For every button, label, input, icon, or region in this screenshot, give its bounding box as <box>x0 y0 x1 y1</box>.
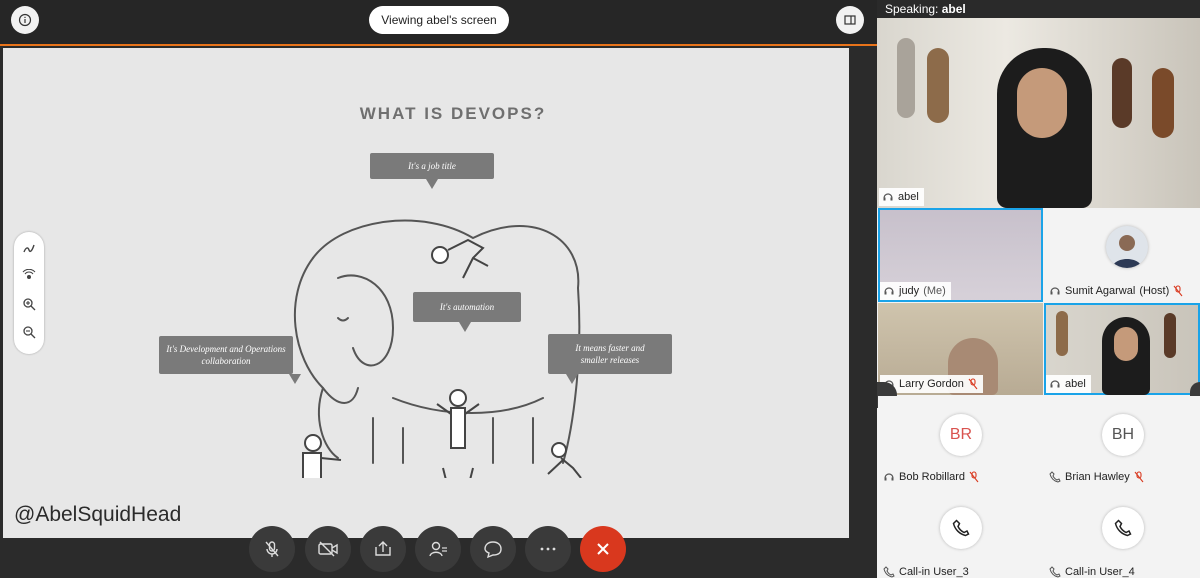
more-button[interactable] <box>525 526 571 572</box>
headset-icon <box>883 193 893 201</box>
guitar-shape <box>927 48 949 123</box>
participant-tile-bob[interactable]: BR Bob Robillard <box>878 396 1043 488</box>
person-face <box>1114 327 1138 361</box>
namebar: abel <box>1046 375 1091 393</box>
call-controls <box>0 522 877 578</box>
speaking-indicator: Speaking: abel <box>877 0 1200 18</box>
person-face <box>1017 68 1067 138</box>
participant-name: Call-in User_3 <box>899 566 969 578</box>
share-icon <box>375 541 391 556</box>
share-frame: WHAT IS DEVOPS? It's a job title It's au… <box>0 44 877 578</box>
zoom-out-icon[interactable] <box>21 324 37 340</box>
annotation-toolbar <box>14 232 44 354</box>
elephant-illustration <box>293 219 582 478</box>
participants-panel: Speaking: abel abel judy (Me) Sumit Agar… <box>877 0 1200 578</box>
participant-name: Larry Gordon <box>899 378 964 390</box>
phone-icon <box>940 507 982 549</box>
participant-tile-sumit[interactable]: Sumit Agarwal (Host) <box>1044 208 1200 302</box>
hang-up-button[interactable] <box>580 526 626 572</box>
participant-name: abel <box>898 191 919 203</box>
namebar: Call-in User_3 <box>880 563 974 578</box>
mic-muted-icon <box>969 471 979 483</box>
namebar: Call-in User_4 <box>1046 563 1140 578</box>
guitar-shape <box>897 38 915 118</box>
namebar: Bob Robillard <box>880 468 984 486</box>
share-button[interactable] <box>360 526 406 572</box>
slide-ghost-text <box>33 78 42 116</box>
participant-name: judy <box>899 285 920 297</box>
namebar: Sumit Agarwal (Host) <box>1046 282 1188 300</box>
top-bar: Viewing abel's screen <box>0 0 877 44</box>
mic-muted-icon <box>1173 285 1183 297</box>
participant-tile-larry[interactable]: Larry Gordon <box>878 303 1043 395</box>
close-icon <box>597 543 609 555</box>
participant-suffix: (Host) <box>1139 285 1170 297</box>
avatar-initials: BR <box>940 414 982 456</box>
viewing-screen-label: Viewing abel's screen <box>369 6 509 34</box>
phone-icon <box>1102 507 1144 549</box>
mic-muted-icon <box>1134 471 1144 483</box>
guitar-shape <box>1056 311 1068 356</box>
participant-tile-callin-3[interactable]: Call-in User_3 <box>878 489 1043 578</box>
avatar <box>1106 226 1148 268</box>
shared-screen-stage: Viewing abel's screen WHAT IS DEVOPS? It… <box>0 0 877 578</box>
bubble-faster-releases: It means faster and smaller releases <box>548 334 672 384</box>
participant-tile-abel-main[interactable]: abel <box>877 18 1200 208</box>
phone-icon <box>883 566 895 578</box>
camera-icon <box>318 541 338 557</box>
presentation-slide: WHAT IS DEVOPS? It's a job title It's au… <box>3 48 849 538</box>
guitar-shape <box>1112 58 1132 128</box>
namebar: abel <box>879 188 924 206</box>
participant-name: Brian Hawley <box>1065 471 1130 483</box>
more-icon <box>540 547 556 551</box>
laser-pointer-icon[interactable] <box>21 268 37 284</box>
chat-button[interactable] <box>470 526 516 572</box>
meeting-window: Viewing abel's screen WHAT IS DEVOPS? It… <box>0 0 1200 578</box>
speaking-name: abel <box>941 2 966 16</box>
speaking-label: Speaking: <box>885 2 939 16</box>
participant-name: abel <box>1065 378 1086 390</box>
avatar-initials: BH <box>1102 414 1144 456</box>
participant-suffix: (Me) <box>923 285 946 297</box>
mic-off-icon <box>265 541 279 557</box>
panel-toggle-icon[interactable] <box>836 6 864 34</box>
namebar: judy (Me) <box>880 282 951 300</box>
participant-name: Call-in User_4 <box>1065 566 1135 578</box>
participant-tile-judy[interactable]: judy (Me) <box>878 208 1043 302</box>
bubble-job-title: It's a job title <box>370 153 494 189</box>
phone-icon <box>1049 566 1061 578</box>
bubble-automation: It's automation <box>413 292 521 332</box>
headset-icon <box>884 473 894 481</box>
pen-icon[interactable] <box>21 240 37 256</box>
mute-button[interactable] <box>249 526 295 572</box>
participant-tile-brian[interactable]: BH Brian Hawley <box>1044 396 1200 488</box>
participant-tile-abel[interactable]: abel <box>1044 303 1200 395</box>
guitar-shape <box>1152 68 1174 138</box>
mic-muted-icon <box>968 378 978 390</box>
participant-tile-callin-4[interactable]: Call-in User_4 <box>1044 489 1200 578</box>
participant-name: Bob Robillard <box>899 471 966 483</box>
headset-icon <box>1050 380 1060 388</box>
namebar: Brian Hawley <box>1046 468 1149 486</box>
zoom-in-icon[interactable] <box>21 296 37 312</box>
info-icon[interactable] <box>11 6 39 34</box>
video-button[interactable] <box>305 526 351 572</box>
chat-icon <box>484 541 502 559</box>
bubble-collaboration: It's Development and Operations collabor… <box>159 336 301 384</box>
participants-icon <box>429 541 447 557</box>
participant-name: Sumit Agarwal <box>1065 285 1136 297</box>
participants-button[interactable] <box>415 526 461 572</box>
guitar-shape <box>1164 313 1176 358</box>
headset-icon <box>1050 287 1060 295</box>
headset-icon <box>884 287 894 295</box>
phone-icon <box>1049 471 1061 483</box>
slide-title: WHAT IS DEVOPS? <box>359 104 547 123</box>
